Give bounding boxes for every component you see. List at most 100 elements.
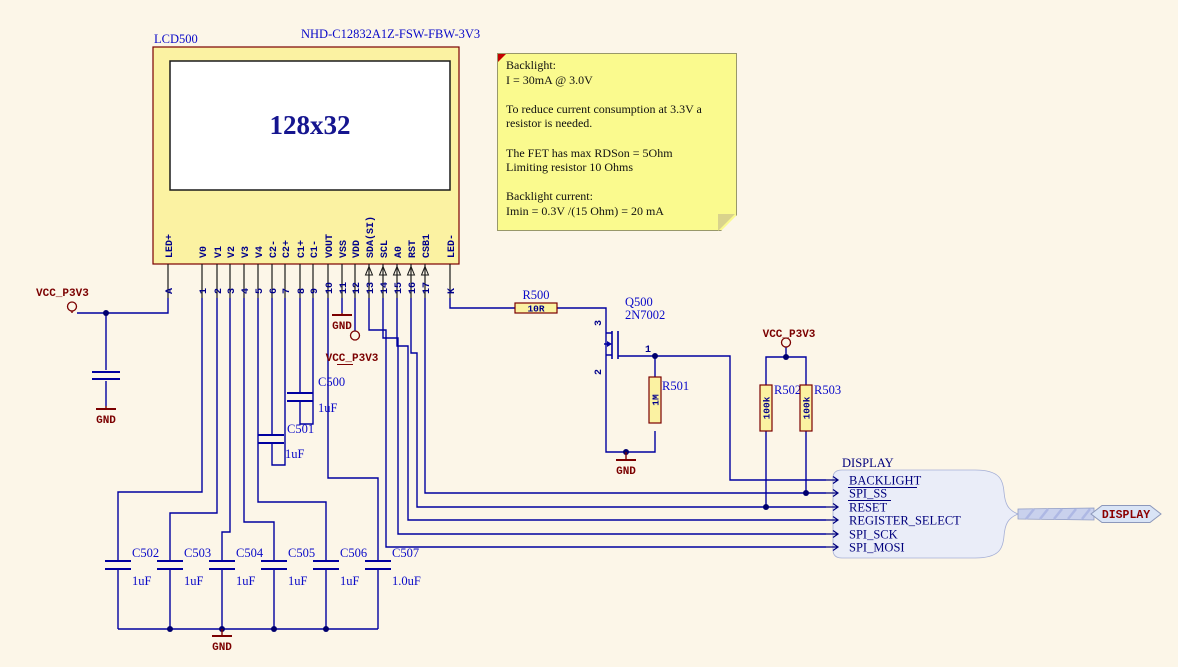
lcd-pin-name-6: C2- [269,240,280,258]
wire[interactable] [557,308,655,452]
wire[interactable] [766,357,806,385]
power-port-vcc-right[interactable]: VCC_P3V3 [763,329,816,347]
r502-value[interactable]: 100k [762,396,773,419]
q500-part[interactable]: 2N7002 [625,308,665,322]
c500-value[interactable]: 1uF [318,401,338,415]
c502-value[interactable]: 1uF [132,574,152,588]
display-harness[interactable]: DISPLAY BACKLIGHT SPI_SS RESET REGISTER_… [826,456,1094,558]
lcd-designator[interactable]: LCD500 [154,32,198,46]
wire[interactable] [300,298,313,424]
vcc-circle-icon [351,331,360,340]
harness-signal-spi-ss[interactable]: SPI_SS [849,487,887,501]
resistor-r502[interactable]: R502 100k [760,383,801,431]
harness-signal-backlight[interactable]: BACKLIGHT [849,474,922,488]
note-corner-marker-icon [498,54,506,62]
wire[interactable] [222,298,230,561]
capacitor-c500[interactable]: C500 1uF [287,375,345,415]
capacitor-c501[interactable]: C501 1uF [258,422,314,461]
lcd-part-number[interactable]: NHD-C12832A1Z-FSW-FBW-3V3 [301,27,480,41]
wire[interactable] [450,298,515,308]
lcd-pin-name-1: V0 [199,246,210,258]
r500-ref[interactable]: R500 [522,288,549,302]
gnd-label[interactable]: GND [332,321,352,333]
r500-value[interactable]: 10R [527,304,544,315]
c505-ref[interactable]: C505 [288,546,315,560]
wire[interactable] [170,298,217,561]
wire[interactable] [272,298,285,465]
lcd-pin-number-17: 17 [422,282,433,294]
capacitor-icon [365,561,391,569]
r501-ref[interactable]: R501 [662,379,689,393]
r503-value[interactable]: 100k [802,396,813,419]
lcd-pin-number-4: 4 [241,288,252,294]
q500-pin-drain: 3 [594,320,605,326]
c504-value[interactable]: 1uF [236,574,256,588]
resistor-r500[interactable]: R500 10R [515,288,557,315]
c506-value[interactable]: 1uF [340,574,360,588]
lcd-pin-number-11: 11 [339,282,350,294]
r501-value[interactable]: 1M [651,394,662,406]
note-text: Backlight: I = 30mA @ 3.0V To reduce cur… [506,58,732,219]
capacitor-icon [258,435,284,443]
vcc-label[interactable]: VCC_P3V3 [763,329,816,341]
power-port-gnd-fet[interactable]: GND [616,452,636,478]
resistor-r501[interactable]: R501 1M [649,377,689,423]
c501-value[interactable]: 1uF [285,447,305,461]
schematic-canvas: 128x32 LCD500 NHD-C12832A1Z-FSW-FBW-3V3 … [0,0,1178,667]
vcc-label[interactable]: VCC_P3V3 [326,353,379,365]
lcd-screen-label: 128x32 [270,110,351,140]
vcc-label[interactable]: VCC_P3V3 [36,288,89,300]
power-port-gnd-c508[interactable]: GND [96,406,116,427]
lcd-pin-number-9: 9 [310,288,321,294]
harness-signal-reset[interactable]: RESET [849,501,888,515]
capacitor-c502[interactable]: C502 1uF [105,546,159,588]
gnd-label[interactable]: GND [616,466,636,478]
wire[interactable] [77,298,168,313]
capacitor-c506[interactable]: C506 1uF [313,546,367,588]
power-port-vcc-vdd[interactable]: VCC_P3V3 [326,331,379,365]
wire[interactable] [118,298,202,561]
c505-value[interactable]: 1uF [288,574,308,588]
harness-signal-spi-mosi[interactable]: SPI_MOSI [849,541,905,555]
capacitor-c508[interactable] [92,372,120,379]
wire[interactable] [369,298,826,547]
capacitor-c504[interactable]: C504 1uF [209,546,264,588]
c501-ref[interactable]: C501 [287,422,314,436]
lcd-pin-number-5: 5 [255,288,266,294]
c503-ref[interactable]: C503 [184,546,211,560]
gnd-label[interactable]: GND [212,642,232,654]
q500-ref[interactable]: Q500 [625,295,653,309]
c507-value[interactable]: 1.0uF [392,574,421,588]
resistor-r503[interactable]: R503 100k [800,383,841,431]
harness-signal-spi-sck[interactable]: SPI_SCK [849,528,898,542]
port-label[interactable]: DISPLAY [1102,509,1150,522]
display-port[interactable]: DISPLAY [1091,506,1161,523]
lcd-pin-name-9: C1- [310,240,321,258]
power-port-gnd-vss[interactable]: GND [332,313,352,333]
power-port-gnd-caps[interactable]: GND [212,629,232,654]
c504-ref[interactable]: C504 [236,546,264,560]
lcd-component[interactable]: 128x32 LCD500 NHD-C12832A1Z-FSW-FBW-3V3 … [153,27,480,298]
c503-value[interactable]: 1uF [184,574,204,588]
lcd-pin-number-7: 7 [282,288,293,294]
capacitor-icon [157,561,183,569]
harness-signal-register-select[interactable]: REGISTER_SELECT [849,514,961,528]
r502-ref[interactable]: R502 [774,383,801,397]
harness-title[interactable]: DISPLAY [842,456,894,470]
power-port-vcc-left[interactable]: VCC_P3V3 [36,288,89,313]
c500-ref[interactable]: C500 [318,375,345,389]
c502-ref[interactable]: C502 [132,546,159,560]
capacitor-icon [92,372,120,379]
r503-ref[interactable]: R503 [814,383,841,397]
lcd-pin-name-14: SCL [380,240,391,258]
capacitor-c505[interactable]: C505 1uF [261,546,315,588]
wire[interactable] [244,298,274,561]
note-backlight[interactable]: Backlight: I = 30mA @ 3.0V To reduce cur… [497,53,737,231]
lcd-pin-name-3: V2 [227,246,238,258]
c507-ref[interactable]: C507 [392,546,419,560]
c506-ref[interactable]: C506 [340,546,367,560]
gnd-label[interactable]: GND [96,415,116,427]
capacitor-c507[interactable]: C507 1.0uF [365,546,421,588]
wire[interactable] [328,298,378,561]
capacitor-c503[interactable]: C503 1uF [157,546,211,588]
